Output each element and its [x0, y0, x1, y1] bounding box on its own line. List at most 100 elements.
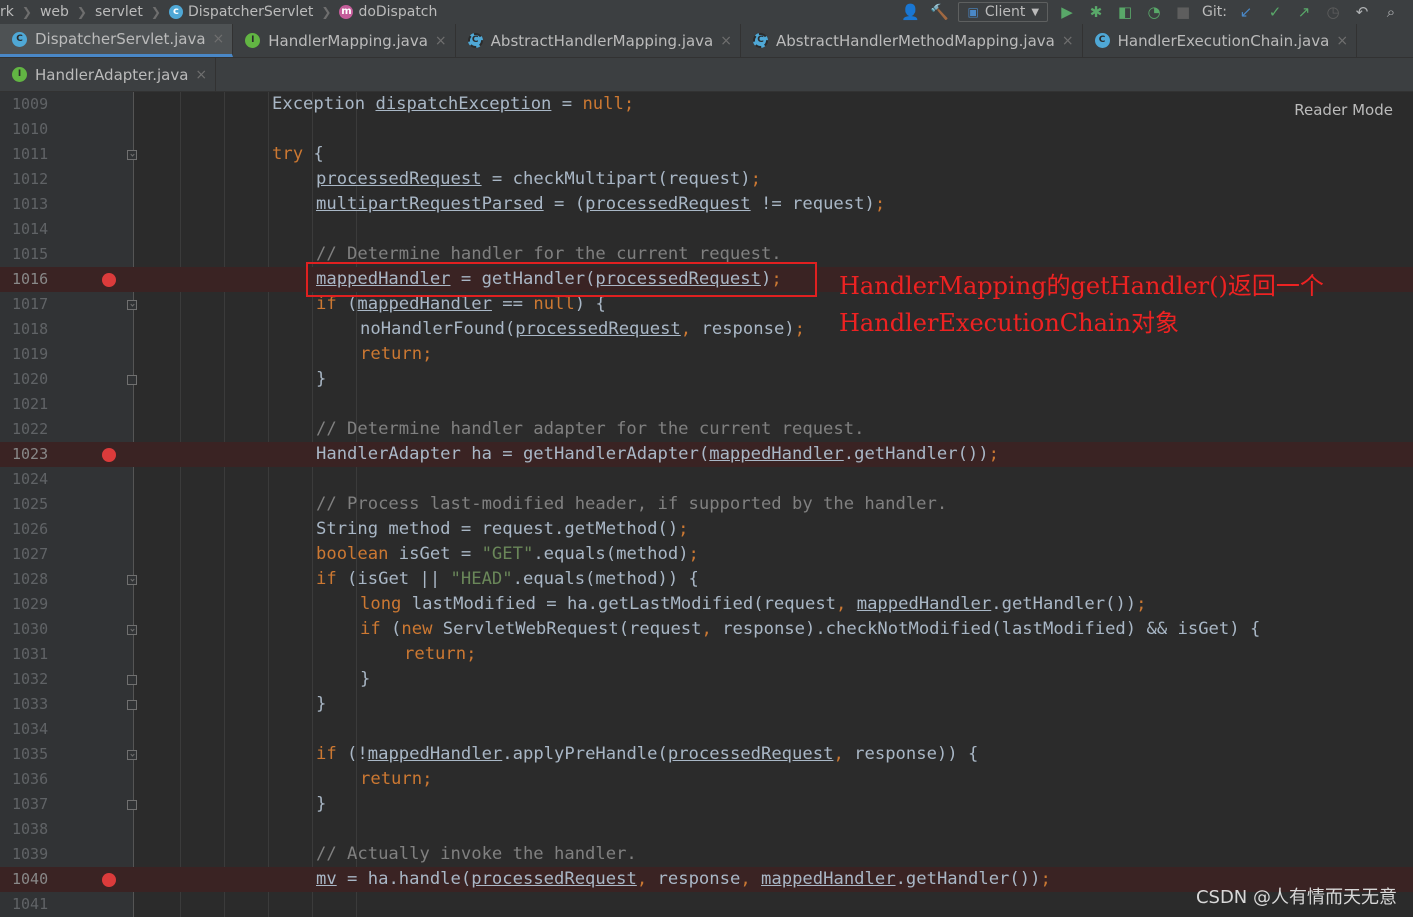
- code-line[interactable]: 1029 long lastModified = ha.getLastModifi…: [0, 592, 1413, 617]
- code-line[interactable]: 1039 // Actually invoke the handler.: [0, 842, 1413, 867]
- line-number[interactable]: 1033: [12, 692, 62, 717]
- line-number[interactable]: 1023: [12, 442, 62, 467]
- line-number[interactable]: 1015: [12, 242, 62, 267]
- breakpoint-icon[interactable]: [102, 873, 116, 887]
- code-line[interactable]: 1033}: [0, 692, 1413, 717]
- fold-marker-icon[interactable]: [127, 750, 137, 760]
- line-number[interactable]: 1014: [12, 217, 62, 242]
- code-line[interactable]: 1031 return;: [0, 642, 1413, 667]
- breadcrumb-item-class[interactable]: DispatcherServlet: [188, 4, 313, 20]
- debug-bug-icon[interactable]: ✱: [1086, 2, 1106, 22]
- line-number[interactable]: 1034: [12, 717, 62, 742]
- tab-handlerexecutionchain[interactable]: C HandlerExecutionChain.java ×: [1083, 24, 1358, 57]
- code-line[interactable]: 1021: [0, 392, 1413, 417]
- coverage-icon[interactable]: ◧: [1115, 2, 1135, 22]
- line-number[interactable]: 1022: [12, 417, 62, 442]
- line-number[interactable]: 1029: [12, 592, 62, 617]
- line-number[interactable]: 1026: [12, 517, 62, 542]
- breadcrumb-item-servlet[interactable]: servlet: [95, 4, 143, 20]
- code-line[interactable]: 1036 return;: [0, 767, 1413, 792]
- fold-marker-icon[interactable]: [127, 675, 137, 685]
- git-update-icon[interactable]: ↙: [1236, 2, 1256, 22]
- line-number[interactable]: 1041: [12, 892, 62, 917]
- line-number[interactable]: 1032: [12, 667, 62, 692]
- code-line[interactable]: 1012 processedRequest = checkMultipart(re…: [0, 167, 1413, 192]
- code-line[interactable]: 1028 if (isGet || "HEAD".equals(method)) …: [0, 567, 1413, 592]
- line-number[interactable]: 1036: [12, 767, 62, 792]
- tab-dispatcherservlet[interactable]: C DispatcherServlet.java ×: [0, 24, 234, 57]
- git-commit-icon[interactable]: ✓: [1265, 2, 1285, 22]
- code-line[interactable]: 1022 // Determine handler adapter for the…: [0, 417, 1413, 442]
- fold-marker-icon[interactable]: [127, 800, 137, 810]
- history-clock-icon[interactable]: ◷: [1323, 2, 1343, 22]
- code-editor[interactable]: 1009 Exception dispatchException = null; 1…: [0, 92, 1413, 917]
- code-line[interactable]: 1015 // Determine handler for the current…: [0, 242, 1413, 267]
- close-icon[interactable]: ×: [1062, 33, 1074, 49]
- line-number[interactable]: 1028: [12, 567, 62, 592]
- code-line[interactable]: 1034: [0, 717, 1413, 742]
- code-line[interactable]: 1037}: [0, 792, 1413, 817]
- code-line[interactable]: 1030 if (new ServletWebRequest(request, r…: [0, 617, 1413, 642]
- close-icon[interactable]: ×: [435, 33, 447, 49]
- code-line[interactable]: 1032}: [0, 667, 1413, 692]
- code-line[interactable]: 1009 Exception dispatchException = null;: [0, 92, 1413, 117]
- rollback-icon[interactable]: ↶: [1352, 2, 1372, 22]
- run-configuration-select[interactable]: ▣ Client ▼: [958, 2, 1049, 22]
- tab-handleradapter[interactable]: I HandlerAdapter.java ×: [0, 58, 217, 91]
- line-number[interactable]: 1012: [12, 167, 62, 192]
- code-line[interactable]: 1038: [0, 817, 1413, 842]
- breadcrumb-item-web[interactable]: web: [40, 4, 69, 20]
- user-icon[interactable]: 👤: [900, 2, 920, 22]
- line-number[interactable]: 1025: [12, 492, 62, 517]
- code-line[interactable]: 1011 try {: [0, 142, 1413, 167]
- line-number[interactable]: 1027: [12, 542, 62, 567]
- line-number[interactable]: 1018: [12, 317, 62, 342]
- profile-icon[interactable]: ◔: [1144, 2, 1164, 22]
- line-number[interactable]: 1010: [12, 117, 62, 142]
- code-line[interactable]: 1035 if (!mappedHandler.applyPreHandle(pr…: [0, 742, 1413, 767]
- run-icon[interactable]: ▶: [1057, 2, 1077, 22]
- tab-abstracthandlermethodmapping[interactable]: C AbstractHandlerMethodMapping.java ×: [741, 24, 1083, 57]
- tab-abstracthandlermapping[interactable]: C AbstractHandlerMapping.java ×: [456, 24, 741, 57]
- line-number[interactable]: 1009: [12, 92, 62, 117]
- fold-marker-icon[interactable]: [127, 700, 137, 710]
- code-line[interactable]: 1010: [0, 117, 1413, 142]
- code-line[interactable]: 1024: [0, 467, 1413, 492]
- line-number[interactable]: 1039: [12, 842, 62, 867]
- search-icon[interactable]: ⌕: [1381, 2, 1401, 22]
- line-number[interactable]: 1017: [12, 292, 62, 317]
- line-number[interactable]: 1021: [12, 392, 62, 417]
- fold-marker-icon[interactable]: [127, 375, 137, 385]
- breakpoint-icon[interactable]: [102, 448, 116, 462]
- code-line[interactable]: 1019 return;: [0, 342, 1413, 367]
- line-number[interactable]: 1030: [12, 617, 62, 642]
- breadcrumb-item-method[interactable]: doDispatch: [358, 4, 437, 20]
- code-line[interactable]: 1026 String method = request.getMethod();: [0, 517, 1413, 542]
- fold-marker-icon[interactable]: [127, 625, 137, 635]
- close-icon[interactable]: ×: [720, 33, 732, 49]
- line-number[interactable]: 1013: [12, 192, 62, 217]
- fold-marker-icon[interactable]: [127, 150, 137, 160]
- git-push-icon[interactable]: ↗: [1294, 2, 1314, 22]
- line-number[interactable]: 1011: [12, 142, 62, 167]
- code-line[interactable]: 1025 // Process last-modified header, if …: [0, 492, 1413, 517]
- line-number[interactable]: 1019: [12, 342, 62, 367]
- code-line[interactable]: 1027 boolean isGet = "GET".equals(method)…: [0, 542, 1413, 567]
- code-line[interactable]: 1013 multipartRequestParsed = (processedR…: [0, 192, 1413, 217]
- fold-marker-icon[interactable]: [127, 300, 137, 310]
- line-number[interactable]: 1037: [12, 792, 62, 817]
- line-number[interactable]: 1016: [12, 267, 62, 292]
- breadcrumb-item-module[interactable]: rk: [0, 4, 14, 20]
- line-number[interactable]: 1031: [12, 642, 62, 667]
- reader-mode-toggle[interactable]: Reader Mode: [1294, 101, 1393, 119]
- line-number[interactable]: 1038: [12, 817, 62, 842]
- breakpoint-icon[interactable]: [102, 273, 116, 287]
- close-icon[interactable]: ×: [195, 67, 207, 83]
- line-number[interactable]: 1035: [12, 742, 62, 767]
- build-hammer-icon[interactable]: 🔨: [929, 2, 949, 22]
- close-icon[interactable]: ×: [213, 31, 225, 47]
- code-line[interactable]: 1023 HandlerAdapter ha = getHandlerAdapte…: [0, 442, 1413, 467]
- code-line[interactable]: 1014: [0, 217, 1413, 242]
- line-number[interactable]: 1024: [12, 467, 62, 492]
- stop-icon[interactable]: ■: [1173, 2, 1193, 22]
